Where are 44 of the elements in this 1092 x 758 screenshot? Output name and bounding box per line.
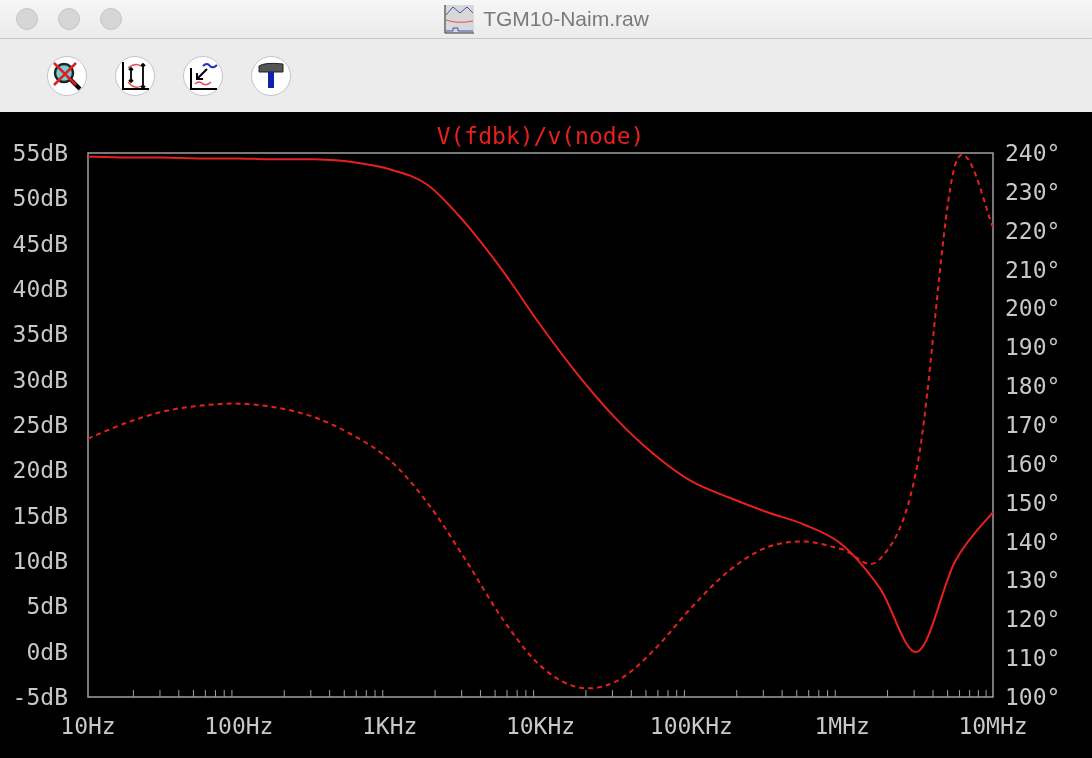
x-tick-label: 1KHz xyxy=(361,713,418,739)
y2-tick-label: 140° xyxy=(1005,528,1061,555)
x-tick-label: 10Hz xyxy=(60,713,116,739)
x-tick-label: 100KHz xyxy=(649,713,733,739)
y2-tick-label: 120° xyxy=(1005,606,1061,633)
y-tick-label: 30dB xyxy=(12,366,68,393)
y-tick-label: 10dB xyxy=(12,548,68,574)
window-title: TGM10-Naim.raw xyxy=(483,7,649,31)
y2-tick-label: 190° xyxy=(1005,334,1061,361)
y-tick-label: -5dB xyxy=(12,684,68,710)
y2-tick-label: 200° xyxy=(1005,295,1061,322)
y-tick-label: 35dB xyxy=(12,321,68,348)
y2-tick-label: 210° xyxy=(1005,256,1061,283)
autorange-icon xyxy=(119,59,151,92)
y2-tick-label: 170° xyxy=(1005,412,1061,438)
y2-tick-label: 180° xyxy=(1005,373,1061,400)
y-tick-label: 5dB xyxy=(26,593,68,620)
x-tick-label: 100Hz xyxy=(204,713,274,739)
y2-tick-label: 220° xyxy=(1005,217,1061,244)
zoom-cancel-button[interactable] xyxy=(47,55,87,96)
y2-tick-label: 160° xyxy=(1005,450,1061,477)
y2-tick-label: 150° xyxy=(1005,489,1061,516)
tools-button[interactable] xyxy=(251,55,291,96)
zoom-cancel-icon xyxy=(51,59,83,92)
autorange-button[interactable] xyxy=(115,55,155,96)
chart-title: V(fdbk)/v(node) xyxy=(436,123,645,149)
y-tick-label: 55dB xyxy=(12,140,68,166)
x-tick-label: 10MHz xyxy=(958,713,1028,739)
y2-tick-label: 230° xyxy=(1005,178,1061,205)
y-tick-label: 40dB xyxy=(12,276,68,302)
y-tick-label: 15dB xyxy=(12,502,68,529)
y-tick-label: 45dB xyxy=(12,230,68,257)
back-button[interactable] xyxy=(183,55,223,96)
y-tick-label: 0dB xyxy=(26,638,68,665)
y2-tick-label: 110° xyxy=(1005,645,1061,672)
y2-tick-label: 130° xyxy=(1005,567,1061,594)
y-tick-label: 25dB xyxy=(12,412,68,438)
y-tick-label: 20dB xyxy=(12,457,68,484)
y2-tick-label: 100° xyxy=(1005,684,1061,710)
y2-tick-label: 240° xyxy=(1005,140,1061,166)
waveform-file-icon xyxy=(443,4,476,34)
y-tick-label: 50dB xyxy=(12,185,68,212)
x-tick-label: 10KHz xyxy=(505,713,576,739)
x-tick-label: 1MHz xyxy=(814,713,870,739)
